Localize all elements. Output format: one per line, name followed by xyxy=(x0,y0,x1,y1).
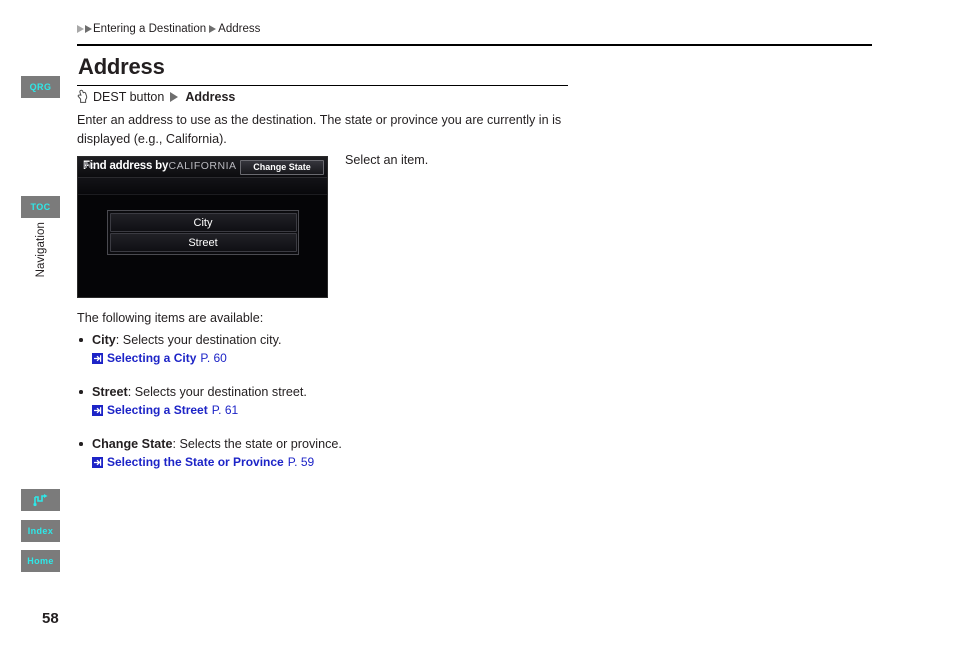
breadcrumb-divider xyxy=(77,44,872,46)
bullet-dot-icon xyxy=(79,390,83,394)
nav-option-street[interactable]: Street xyxy=(110,233,297,252)
breadcrumb-item-1[interactable]: Entering a Destination xyxy=(93,23,206,35)
breadcrumb-item-2[interactable]: Address xyxy=(218,23,260,35)
sidebar-tab-route[interactable] xyxy=(21,489,60,511)
options-list: City: Selects your destination city. Sel… xyxy=(77,332,547,469)
hand-pointer-icon xyxy=(77,89,88,104)
breadcrumb: Entering a Destination Address xyxy=(77,23,260,35)
list-item-text: City: Selects your destination city. xyxy=(92,332,547,349)
route-map-icon xyxy=(32,493,49,507)
goto-reference-icon xyxy=(92,353,103,364)
list-item-term: City xyxy=(92,333,116,347)
sidebar-tab-home-label: Home xyxy=(27,556,54,566)
breadcrumb-arrow-icon-1 xyxy=(77,25,84,33)
sidebar-tab-index-label: Index xyxy=(28,526,54,536)
nav-screen-subbar xyxy=(78,178,327,195)
path-arrow-icon xyxy=(170,92,178,102)
bullet-dot-icon xyxy=(79,338,83,342)
list-item-description: : Selects your destination city. xyxy=(116,333,282,347)
list-item: Street: Selects your destination street.… xyxy=(77,384,547,417)
list-item-term: Street xyxy=(92,385,128,399)
cross-reference-page: P. 60 xyxy=(200,351,226,365)
sidebar-tab-qrg-label: QRG xyxy=(30,82,52,92)
navigation-screen-image: Find address by Change State IN: CALIFOR… xyxy=(77,156,328,298)
list-item: City: Selects your destination city. Sel… xyxy=(77,332,547,365)
breadcrumb-arrow-icon-3 xyxy=(209,25,216,33)
cross-reference-page: P. 59 xyxy=(288,455,314,469)
goto-reference-icon xyxy=(92,405,103,416)
sidebar-tab-toc-label: TOC xyxy=(30,202,50,212)
breadcrumb-arrow-icon-2 xyxy=(85,25,92,33)
cross-reference-page: P. 61 xyxy=(212,403,238,417)
list-item-term: Change State xyxy=(92,437,172,451)
cross-reference-link[interactable]: Selecting a Street P. 61 xyxy=(92,403,547,417)
cross-reference-label: Selecting the State or Province xyxy=(107,455,284,469)
path-source-label: DEST button xyxy=(93,90,164,104)
list-item-text: Change State: Selects the state or provi… xyxy=(92,436,547,453)
screenshot-caption: Select an item. xyxy=(345,153,428,167)
nav-option-city[interactable]: City xyxy=(110,213,297,232)
list-item-description: : Selects the state or province. xyxy=(172,437,341,451)
page-number: 58 xyxy=(42,610,59,627)
sidebar-tab-qrg[interactable]: QRG xyxy=(21,76,60,98)
nav-option-list: City Street xyxy=(107,210,299,255)
bullet-dot-icon xyxy=(79,442,83,446)
main-content: Entering a Destination Address Address D… xyxy=(77,0,937,650)
cross-reference-label: Selecting a Street xyxy=(107,403,208,417)
cross-reference-link[interactable]: Selecting a City P. 60 xyxy=(92,351,547,365)
sidebar-tab-toc[interactable]: TOC xyxy=(21,196,60,218)
title-divider xyxy=(77,85,568,86)
list-item-description: : Selects your destination street. xyxy=(128,385,307,399)
section-label-text: Navigation xyxy=(35,222,47,277)
path-target-label: Address xyxy=(185,90,235,104)
goto-reference-icon xyxy=(92,457,103,468)
sidebar: QRG TOC Navigation Index Home 58 xyxy=(0,0,70,650)
list-item-text: Street: Selects your destination street. xyxy=(92,384,547,401)
list-intro: The following items are available: xyxy=(77,311,263,325)
navigation-path-line: DEST button Address xyxy=(77,89,235,104)
page-title: Address xyxy=(78,54,165,80)
cross-reference-label: Selecting a City xyxy=(107,351,196,365)
sidebar-tab-index[interactable]: Index xyxy=(21,520,60,542)
list-item: Change State: Selects the state or provi… xyxy=(77,436,547,469)
intro-paragraph: Enter an address to use as the destinati… xyxy=(77,111,577,149)
nav-state-value: CALIFORNIA xyxy=(78,160,327,172)
sidebar-tab-home[interactable]: Home xyxy=(21,550,60,572)
section-label-navigation: Navigation xyxy=(21,222,60,292)
cross-reference-link[interactable]: Selecting the State or Province P. 59 xyxy=(92,455,547,469)
